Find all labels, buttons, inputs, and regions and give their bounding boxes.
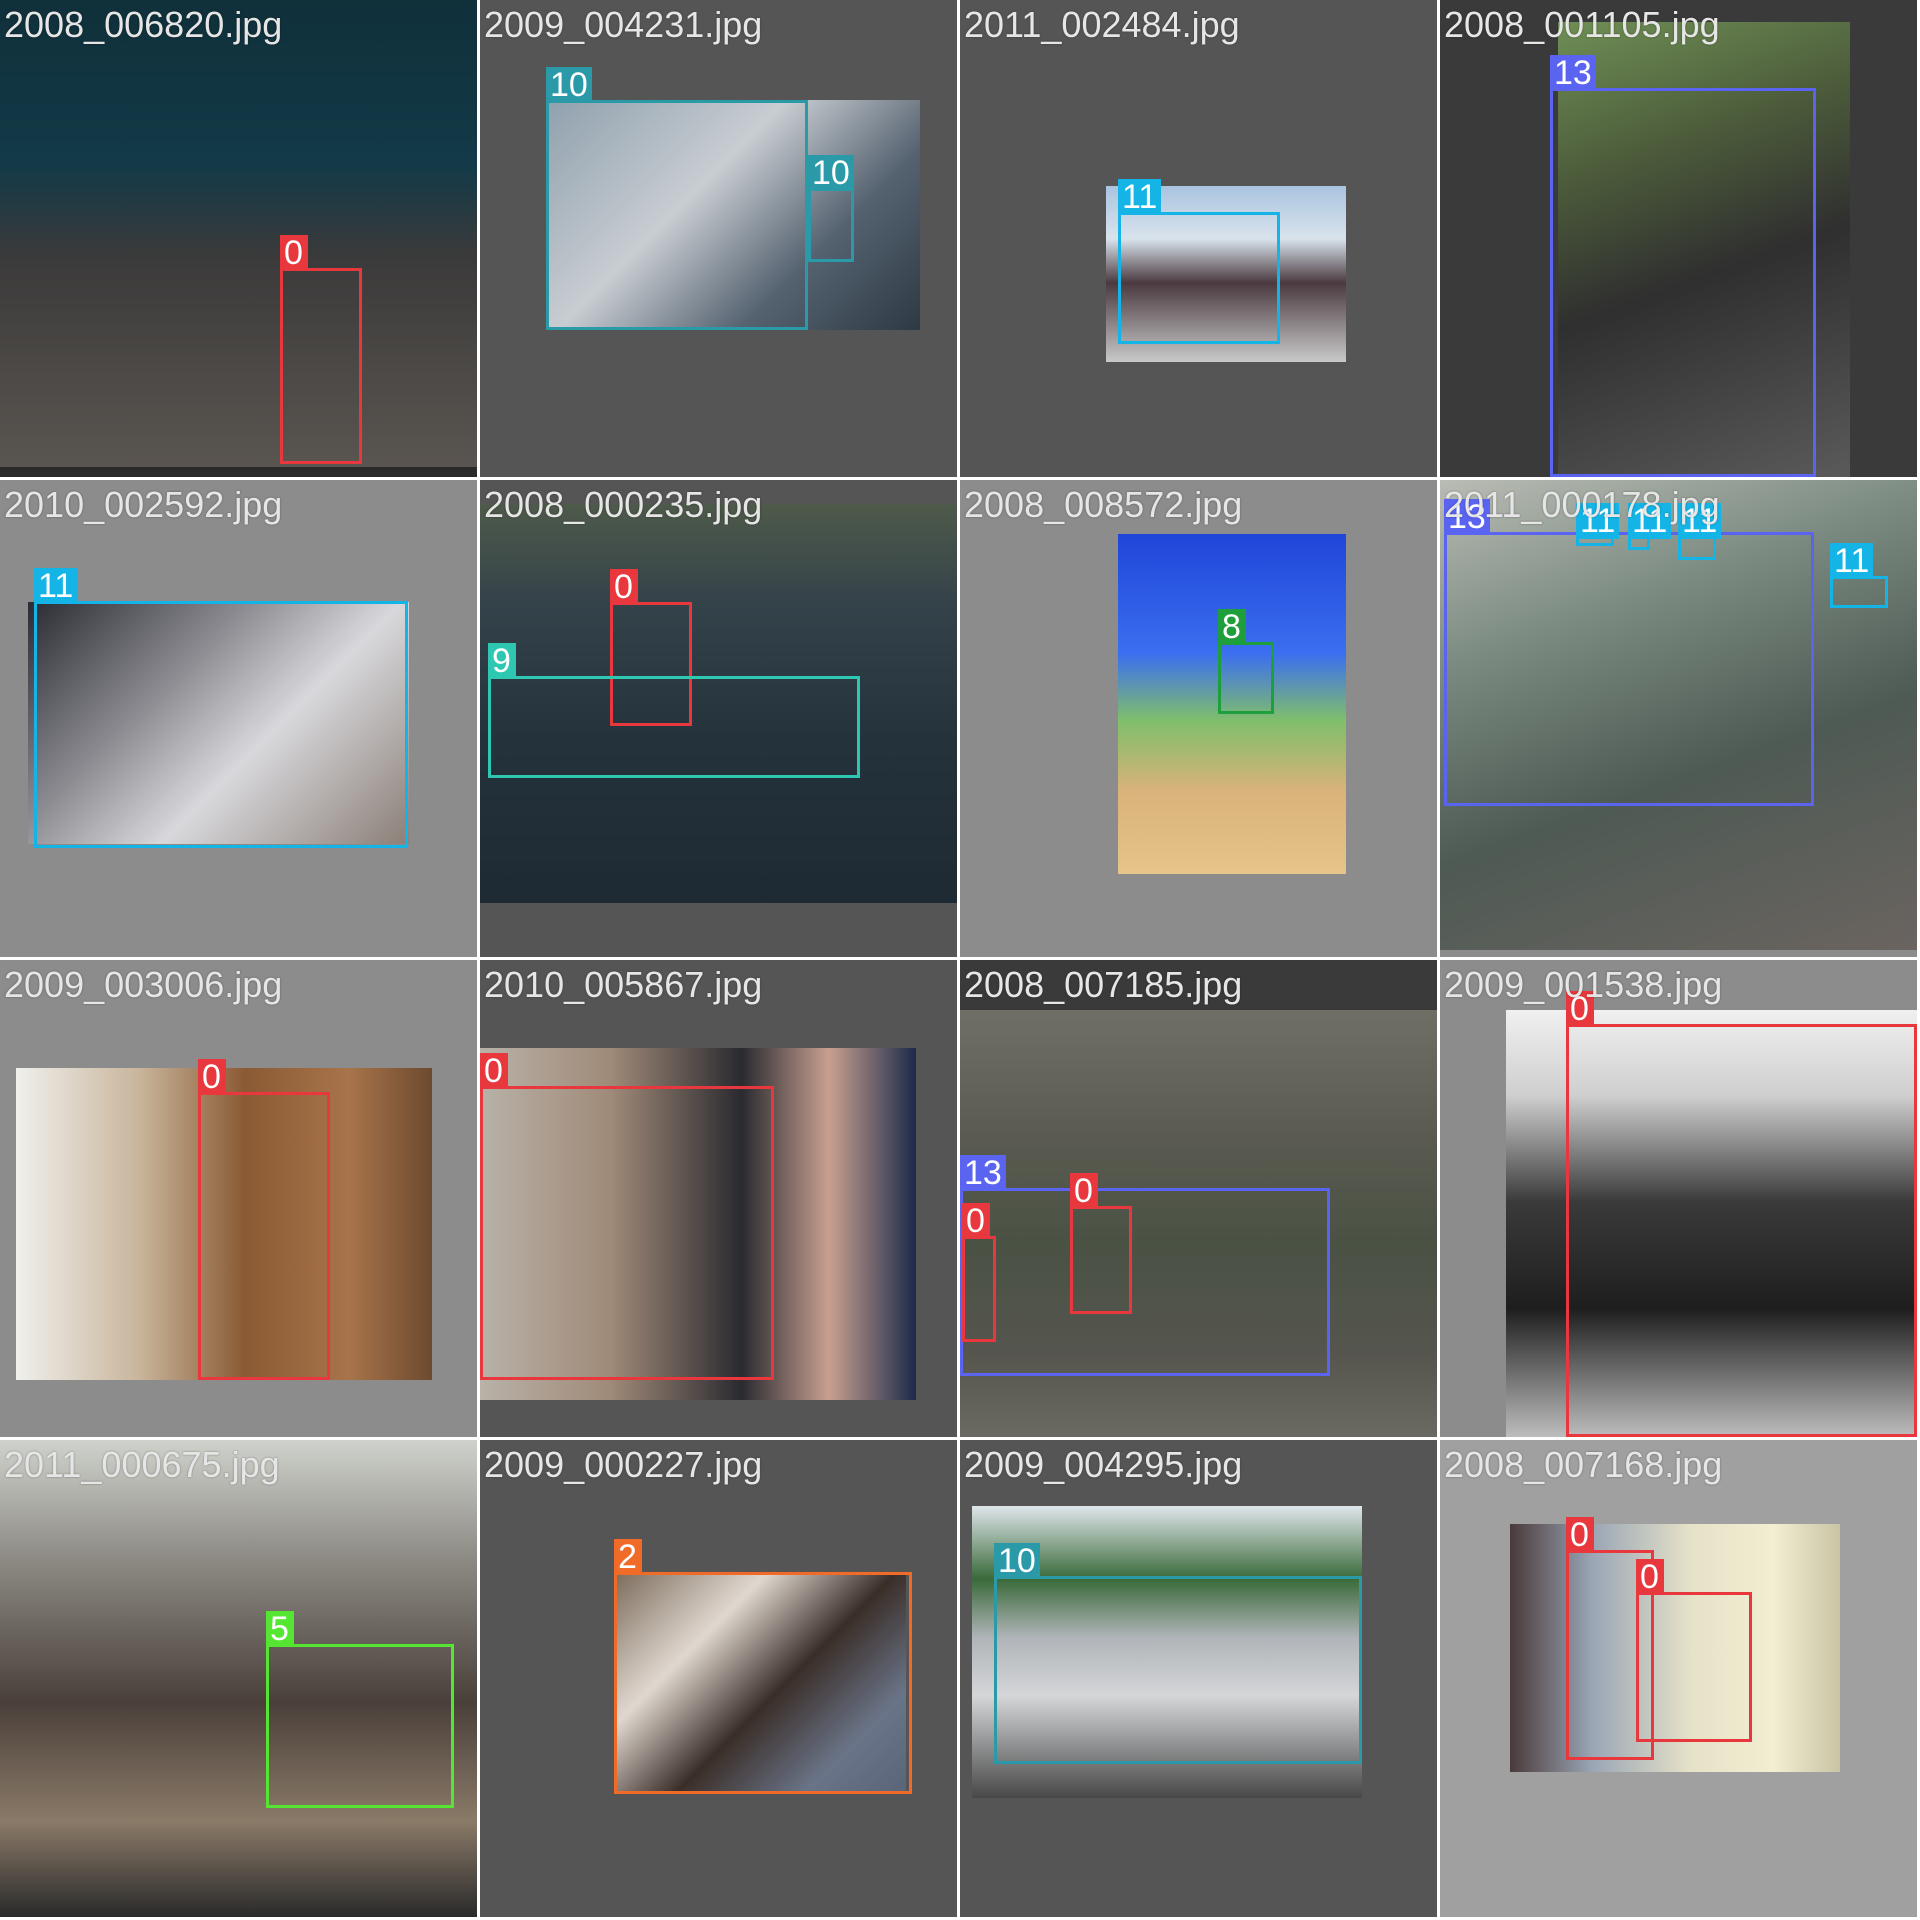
class-label: 11 — [1830, 543, 1874, 579]
image-tile[interactable]: 2009_001538.jpg 0 — [1440, 960, 1917, 1437]
class-label: 2 — [614, 1539, 642, 1575]
bounding-box: 11 — [34, 568, 408, 848]
class-label: 8 — [1218, 609, 1246, 645]
class-label: 10 — [808, 155, 854, 191]
image-filename: 2010_002592.jpg — [4, 484, 283, 525]
bounding-box: 8 — [1218, 609, 1274, 714]
class-label: 0 — [610, 569, 638, 605]
image-filename: 2008_000235.jpg — [484, 484, 763, 525]
image-tile[interactable]: 2009_004295.jpg 10 — [960, 1440, 1437, 1917]
bounding-box: 5 — [266, 1611, 454, 1808]
class-label: 0 — [480, 1053, 508, 1089]
mosaic-grid: 2008_006820.jpg 0 2009_004231.jpg 10 10 2011_… — [0, 0, 1920, 1920]
class-label: 5 — [266, 1611, 294, 1647]
class-label: 10 — [546, 67, 592, 103]
image-tile[interactable]: 2008_001105.jpg 13 — [1440, 0, 1917, 477]
bounding-box: 10 — [546, 67, 808, 330]
image-filename: 2011_002484.jpg — [964, 4, 1240, 45]
image-filename: 2008_001105.jpg — [1444, 4, 1720, 45]
bounding-box: 11 — [1118, 179, 1280, 344]
image-filename: 2008_007168.jpg — [1444, 1444, 1723, 1485]
bounding-box: 11 — [1576, 503, 1620, 546]
image-tile[interactable]: 2010_005867.jpg 0 — [480, 960, 957, 1437]
bounding-box: 13 — [1550, 55, 1816, 477]
class-label: 0 — [280, 235, 308, 271]
class-label: 0 — [1566, 1517, 1594, 1553]
bounding-box: 11 — [1678, 503, 1722, 560]
image-tile[interactable]: 2011_000675.jpg 5 — [0, 1440, 477, 1917]
image-filename: 2009_003006.jpg — [4, 964, 283, 1005]
bounding-box: 0 — [1566, 991, 1917, 1437]
image-tile[interactable]: 2011_002484.jpg 11 — [960, 0, 1437, 477]
image-tile[interactable]: 2008_007168.jpg 0 0 — [1440, 1440, 1917, 1917]
bounding-box: 0 — [962, 1203, 996, 1342]
photo-thumbnail — [0, 0, 477, 467]
image-tile[interactable]: 2008_007185.jpg 13 0 0 — [960, 960, 1437, 1437]
class-label: 11 — [1118, 179, 1162, 215]
image-filename: 2009_001538.jpg — [1444, 964, 1723, 1005]
bounding-box: 2 — [614, 1539, 912, 1794]
bounding-box: 9 — [488, 643, 860, 778]
bounding-box: 11 — [1628, 503, 1672, 550]
bounding-box: 0 — [480, 1053, 774, 1380]
image-filename: 2008_007185.jpg — [964, 964, 1243, 1005]
class-label: 0 — [1636, 1559, 1664, 1595]
class-label: 0 — [962, 1203, 990, 1239]
image-tile[interactable]: 2011_000178.jpg 13 11 11 11 11 — [1440, 480, 1917, 957]
image-filename: 2009_004295.jpg — [964, 1444, 1243, 1485]
image-tile[interactable]: 2010_002592.jpg 11 — [0, 480, 477, 957]
image-tile[interactable]: 2008_006820.jpg 0 — [0, 0, 477, 477]
image-tile[interactable]: 2008_008572.jpg 8 — [960, 480, 1437, 957]
bounding-box: 0 — [280, 235, 362, 464]
image-tile[interactable]: 2009_003006.jpg 0 — [0, 960, 477, 1437]
image-tile[interactable]: 2008_000235.jpg 0 9 — [480, 480, 957, 957]
bounding-box: 11 — [1830, 543, 1888, 608]
bounding-box: 0 — [1070, 1173, 1132, 1314]
image-tile[interactable]: 2009_004231.jpg 10 10 — [480, 0, 957, 477]
class-label: 9 — [488, 643, 516, 679]
image-tile[interactable]: 2009_000227.jpg 2 — [480, 1440, 957, 1917]
class-label: 11 — [34, 568, 78, 604]
bounding-box: 13 — [960, 1155, 1330, 1376]
class-label: 0 — [198, 1059, 226, 1095]
class-label: 13 — [1550, 55, 1596, 91]
class-label: 0 — [1070, 1173, 1098, 1209]
image-filename: 2008_008572.jpg — [964, 484, 1243, 525]
image-filename: 2011_000178.jpg — [1444, 484, 1720, 525]
image-filename: 2011_000675.jpg — [4, 1444, 280, 1485]
image-filename: 2010_005867.jpg — [484, 964, 763, 1005]
bounding-box: 0 — [1636, 1559, 1752, 1742]
image-filename: 2009_000227.jpg — [484, 1444, 763, 1485]
image-filename: 2008_006820.jpg — [4, 4, 283, 45]
bounding-box: 13 — [1444, 499, 1814, 806]
bounding-box: 10 — [994, 1543, 1362, 1764]
class-label: 10 — [994, 1543, 1040, 1579]
bounding-box: 0 — [198, 1059, 330, 1380]
class-label: 13 — [960, 1155, 1006, 1191]
bounding-box: 10 — [808, 155, 854, 262]
image-filename: 2009_004231.jpg — [484, 4, 763, 45]
